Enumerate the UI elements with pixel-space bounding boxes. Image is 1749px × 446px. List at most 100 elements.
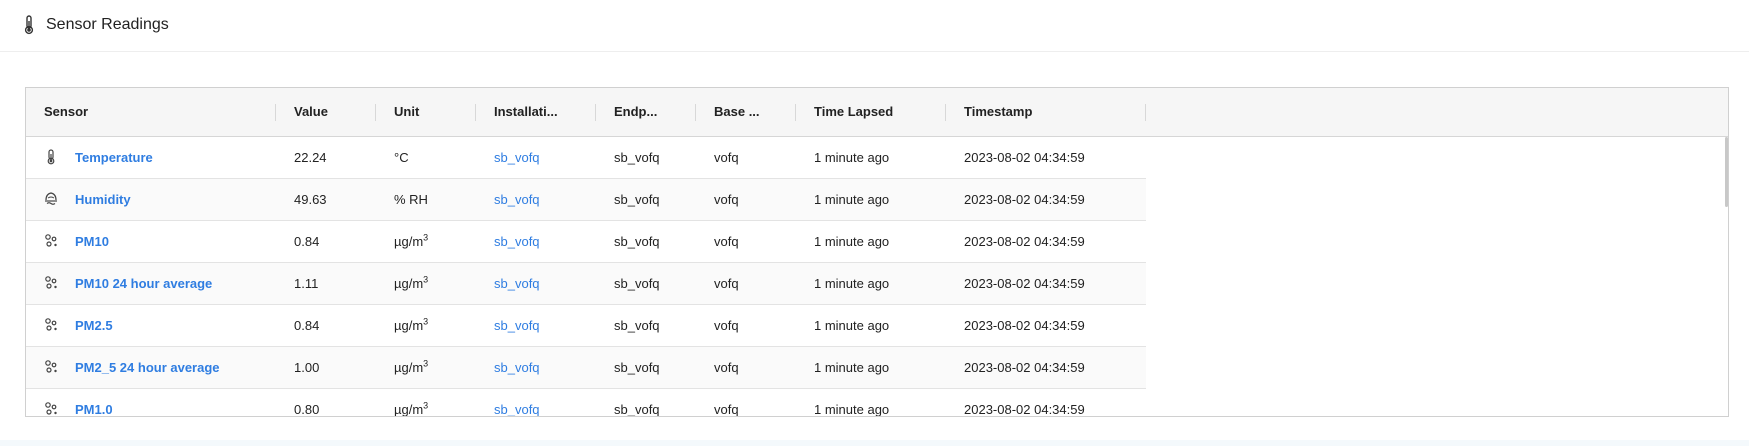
particles-icon [45, 360, 57, 373]
unit-text: µg/m [394, 360, 424, 375]
sensor-name-link[interactable]: PM2.5 [75, 305, 113, 346]
sensor-name-link[interactable]: PM10 24 hour average [75, 263, 212, 304]
time-lapsed-value: 1 minute ago [814, 360, 890, 375]
column-header-sensor[interactable]: Sensor [44, 88, 88, 136]
scrollbar-thumb[interactable] [1725, 137, 1728, 207]
sensor-unit: µg/m3 [394, 389, 429, 417]
installation-link[interactable]: sb_vofq [494, 347, 540, 388]
table-row: PM1.0 0.80 µg/m3 sb_vofq sb_vofq vofq 1 … [26, 389, 1146, 417]
unit-superscript: 3 [423, 358, 429, 369]
endpoint-value: sb_vofq [614, 150, 660, 165]
timestamp-value: 2023-08-02 04:34:59 [964, 318, 1085, 333]
unit-text: µg/m [394, 402, 424, 417]
timestamp-value: 2023-08-02 04:34:59 [964, 276, 1085, 291]
column-resize-handle[interactable] [945, 104, 946, 121]
thermometer-icon [24, 15, 34, 35]
table-row: PM2.5 0.84 µg/m3 sb_vofq sb_vofq vofq 1 … [26, 305, 1146, 347]
sensor-unit: µg/m3 [394, 221, 428, 262]
base-value: vofq [714, 318, 739, 333]
column-header-unit[interactable]: Unit [394, 88, 419, 136]
time-lapsed-value: 1 minute ago [814, 318, 890, 333]
sensor-name-link[interactable]: PM2_5 24 hour average [75, 347, 220, 388]
time-lapsed-value: 1 minute ago [814, 150, 890, 165]
time-lapsed-value: 1 minute ago [814, 276, 890, 291]
sensor-value: 49.63 [294, 192, 327, 207]
table-row: Temperature 22.24 °C sb_vofq sb_vofq vof… [26, 137, 1146, 179]
panel-title: Sensor Readings [46, 16, 169, 33]
endpoint-value: sb_vofq [614, 276, 660, 291]
time-lapsed-value: 1 minute ago [814, 402, 890, 417]
unit-text: µg/m [394, 276, 424, 291]
endpoint-value: sb_vofq [614, 192, 660, 207]
column-resize-handle[interactable] [695, 104, 696, 121]
base-value: vofq [714, 360, 739, 375]
timestamp-value: 2023-08-02 04:34:59 [964, 402, 1085, 417]
sensor-readings-page: Sensor Readings Sensor Value Unit Instal… [0, 0, 1749, 446]
column-header-endpoint[interactable]: Endp... [614, 88, 657, 136]
column-resize-handle[interactable] [1145, 104, 1146, 121]
thermometer-icon [47, 149, 55, 165]
unit-superscript: 3 [423, 232, 429, 243]
table-header: Sensor Value Unit Installati... Endp... … [26, 88, 1728, 137]
sensor-name-link[interactable]: Temperature [75, 137, 153, 178]
sensor-value: 22.24 [294, 150, 327, 165]
unit-superscript: 3 [423, 316, 429, 327]
column-resize-handle[interactable] [375, 104, 376, 121]
column-resize-handle[interactable] [795, 104, 796, 121]
column-header-base[interactable]: Base ... [714, 88, 760, 136]
column-header-installation[interactable]: Installati... [494, 88, 558, 136]
column-header-time-lapsed[interactable]: Time Lapsed [814, 88, 893, 136]
sensor-value: 0.84 [294, 234, 320, 249]
particles-icon [45, 318, 57, 331]
column-resize-handle[interactable] [475, 104, 476, 121]
time-lapsed-value: 1 minute ago [814, 192, 890, 207]
column-header-value[interactable]: Value [294, 88, 328, 136]
sensor-name-link[interactable]: PM1.0 [75, 389, 113, 416]
column-resize-handle[interactable] [595, 104, 596, 121]
timestamp-value: 2023-08-02 04:34:59 [964, 192, 1085, 207]
timestamp-value: 2023-08-02 04:34:59 [964, 234, 1085, 249]
installation-link[interactable]: sb_vofq [494, 221, 540, 262]
base-value: vofq [714, 402, 739, 417]
endpoint-value: sb_vofq [614, 234, 660, 249]
column-resize-handle[interactable] [275, 104, 276, 121]
unit-superscript: 3 [423, 400, 429, 411]
sensor-unit: °C [394, 137, 409, 178]
unit-text: µg/m [394, 318, 424, 333]
sensor-unit: µg/m3 [394, 305, 428, 346]
vertical-scrollbar[interactable] [1725, 137, 1728, 416]
endpoint-value: sb_vofq [614, 402, 660, 417]
time-lapsed-value: 1 minute ago [814, 234, 890, 249]
table-row: Humidity 49.63 % RH sb_vofq sb_vofq vofq… [26, 179, 1146, 221]
table-row: PM10 24 hour average 1.11 µg/m3 sb_vofq … [26, 263, 1146, 305]
base-value: vofq [714, 234, 739, 249]
particles-icon [45, 234, 57, 247]
installation-link[interactable]: sb_vofq [494, 137, 540, 178]
base-value: vofq [714, 150, 739, 165]
table-row: PM2_5 24 hour average 1.00 µg/m3 sb_vofq… [26, 347, 1146, 389]
sensor-table: Sensor Value Unit Installati... Endp... … [25, 87, 1729, 417]
endpoint-value: sb_vofq [614, 318, 660, 333]
sensor-name-link[interactable]: Humidity [75, 179, 131, 220]
footer-band [0, 440, 1749, 446]
humidity-icon [45, 192, 57, 205]
sensor-name-link[interactable]: PM10 [75, 221, 109, 262]
installation-link[interactable]: sb_vofq [494, 305, 540, 346]
timestamp-value: 2023-08-02 04:34:59 [964, 360, 1085, 375]
unit-superscript: 3 [423, 274, 429, 285]
sensor-unit: % RH [394, 179, 428, 220]
endpoint-value: sb_vofq [614, 360, 660, 375]
sensor-value: 1.11 [294, 276, 319, 291]
panel-header: Sensor Readings [0, 0, 1749, 52]
installation-link[interactable]: sb_vofq [494, 263, 540, 304]
sensor-value: 0.80 [294, 402, 320, 417]
base-value: vofq [714, 276, 739, 291]
sensor-unit: µg/m3 [394, 347, 428, 388]
table-row: PM10 0.84 µg/m3 sb_vofq sb_vofq vofq 1 m… [26, 221, 1146, 263]
sensor-unit: µg/m3 [394, 263, 428, 304]
sensor-value: 1.00 [294, 360, 320, 375]
installation-link[interactable]: sb_vofq [494, 179, 540, 220]
column-header-timestamp[interactable]: Timestamp [964, 88, 1032, 136]
unit-text: µg/m [394, 234, 424, 249]
installation-link[interactable]: sb_vofq [494, 389, 540, 416]
